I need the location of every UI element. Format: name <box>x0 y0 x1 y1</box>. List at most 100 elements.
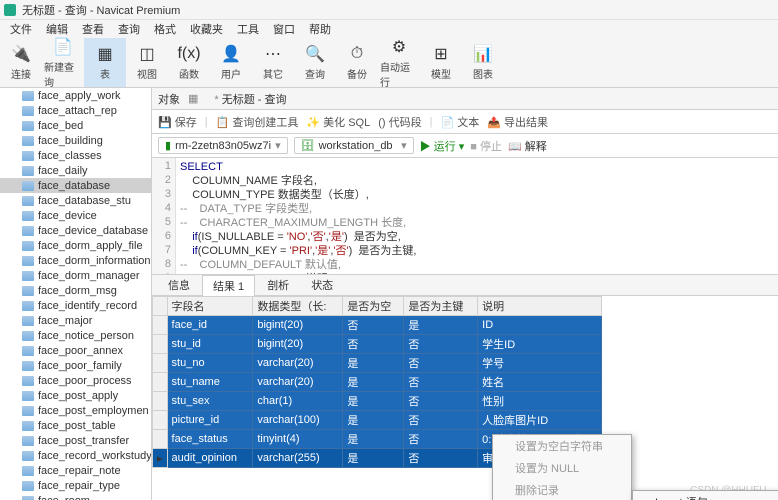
table-face_bed[interactable]: face_bed <box>0 118 151 133</box>
cell[interactable]: 否 <box>404 373 478 392</box>
cell[interactable]: 人脸库图片ID <box>478 411 602 430</box>
rtab-3[interactable]: 状态 <box>301 275 343 295</box>
table-face_poor_family[interactable]: face_poor_family <box>0 358 151 373</box>
table-face_dorm_manager[interactable]: face_dorm_manager <box>0 268 151 283</box>
toolbar-表[interactable]: ▦表 <box>84 38 126 87</box>
toolbar-模型[interactable]: ⊞模型 <box>420 38 462 87</box>
table-face_poor_process[interactable]: face_poor_process <box>0 373 151 388</box>
sql-source[interactable]: SELECT COLUMN_NAME 字段名, COLUMN_TYPE 数据类型… <box>176 158 420 274</box>
cell[interactable]: 是 <box>343 430 404 449</box>
rtab-0[interactable]: 信息 <box>158 275 200 295</box>
cell[interactable]: 否 <box>404 354 478 373</box>
col-header[interactable]: 字段名 <box>167 297 253 316</box>
col-header[interactable]: 是否为主键 <box>404 297 478 316</box>
cell[interactable]: tinyint(4) <box>253 430 343 449</box>
cell[interactable]: bigint(20) <box>253 335 343 354</box>
cell[interactable]: 是 <box>404 316 478 335</box>
table-face_device[interactable]: face_device <box>0 208 151 223</box>
rtab-1[interactable]: 结果 1 <box>202 275 255 296</box>
stop-button[interactable]: ■ 停止 <box>470 138 502 154</box>
cell[interactable]: 否 <box>404 335 478 354</box>
menu-窗口[interactable]: 窗口 <box>267 20 301 38</box>
context-submenu[interactable]: Insert 语句Update 语句制表符分隔值 (数据)制表符分隔值 (字段名… <box>632 490 778 500</box>
cell[interactable]: 性别 <box>478 392 602 411</box>
menu-收藏夹[interactable]: 收藏夹 <box>184 20 229 38</box>
table-face_room[interactable]: face_room <box>0 493 151 500</box>
toolbar-备份[interactable]: ⏱备份 <box>336 38 378 87</box>
cell[interactable]: 是 <box>343 411 404 430</box>
tab-objects[interactable]: 对象 <box>158 91 180 107</box>
col-header[interactable]: 数据类型（长: <box>253 297 343 316</box>
cell[interactable]: char(1) <box>253 392 343 411</box>
table-face_identify_record[interactable]: face_identify_record <box>0 298 151 313</box>
toolbar-其它[interactable]: ⋯其它 <box>252 38 294 87</box>
cell[interactable]: 是 <box>343 392 404 411</box>
menu-编辑[interactable]: 编辑 <box>40 20 74 38</box>
table-face_poor_annex[interactable]: face_poor_annex <box>0 343 151 358</box>
toolbar-视图[interactable]: ◫视图 <box>126 38 168 87</box>
db-select[interactable]: 🗄workstation_db▾ <box>294 137 414 154</box>
table-face_classes[interactable]: face_classes <box>0 148 151 163</box>
cell[interactable]: picture_id <box>167 411 253 430</box>
col-header[interactable]: 是否为空 <box>343 297 404 316</box>
cell[interactable]: stu_sex <box>167 392 253 411</box>
table-face_post_employmen[interactable]: face_post_employmen <box>0 403 151 418</box>
cell[interactable]: 是 <box>343 354 404 373</box>
table-face_notice_person[interactable]: face_notice_person <box>0 328 151 343</box>
table-face_record_workstudy[interactable]: face_record_workstudy <box>0 448 151 463</box>
table-face_post_table[interactable]: face_post_table <box>0 418 151 433</box>
menu-查询[interactable]: 查询 <box>112 20 146 38</box>
tab-query[interactable]: 无标题 - 查询 <box>206 89 294 109</box>
save-button[interactable]: 💾 保存 <box>158 114 197 130</box>
table-face_database[interactable]: face_database <box>0 178 151 193</box>
table-face_post_transfer[interactable]: face_post_transfer <box>0 433 151 448</box>
table-face_attach_rep[interactable]: face_attach_rep <box>0 103 151 118</box>
cell[interactable]: bigint(20) <box>253 316 343 335</box>
codeseg-button[interactable]: () 代码段 <box>378 114 421 130</box>
table-face_daily[interactable]: face_daily <box>0 163 151 178</box>
cell[interactable]: 否 <box>404 430 478 449</box>
cell[interactable]: varchar(100) <box>253 411 343 430</box>
toolbar-新建查询[interactable]: 📄新建查询 <box>42 38 84 87</box>
table-face_dorm_information[interactable]: face_dorm_information <box>0 253 151 268</box>
menu-工具[interactable]: 工具 <box>231 20 265 38</box>
text-button[interactable]: 📄 文本 <box>440 114 479 130</box>
toolbar-函数[interactable]: f(x)函数 <box>168 38 210 87</box>
server-select[interactable]: ▮rm-2zetn83n05wz7i▾ <box>158 137 288 154</box>
explain-button[interactable]: 📖 解释 <box>508 138 547 154</box>
menu-帮助[interactable]: 帮助 <box>303 20 337 38</box>
table-face_dorm_apply_file[interactable]: face_dorm_apply_file <box>0 238 151 253</box>
toolbar-查询[interactable]: 🔍查询 <box>294 38 336 87</box>
cell[interactable]: 学号 <box>478 354 602 373</box>
cell[interactable]: 学生ID <box>478 335 602 354</box>
table-face_dorm_msg[interactable]: face_dorm_msg <box>0 283 151 298</box>
table-face_repair_note[interactable]: face_repair_note <box>0 463 151 478</box>
export-button[interactable]: 📤 导出结果 <box>487 114 548 130</box>
context-menu[interactable]: 设置为空白字符串设置为 NULL删除记录复制复制为▶粘贴显示▶ <box>492 434 632 500</box>
col-header[interactable]: 说明 <box>478 297 602 316</box>
result-grid[interactable]: 字段名数据类型（长:是否为空是否为主键说明face_idbigint(20)否是… <box>152 296 778 500</box>
cell[interactable]: 姓名 <box>478 373 602 392</box>
table-face_database_stu[interactable]: face_database_stu <box>0 193 151 208</box>
toolbar-连接[interactable]: 🔌连接 <box>0 38 42 87</box>
toolbar-自动运行[interactable]: ⚙自动运行 <box>378 38 420 87</box>
query-builder-button[interactable]: 📋 查询创建工具 <box>216 114 299 130</box>
table-face_post_apply[interactable]: face_post_apply <box>0 388 151 403</box>
table-face_major[interactable]: face_major <box>0 313 151 328</box>
cell[interactable]: 否 <box>404 411 478 430</box>
table-face_apply_work[interactable]: face_apply_work <box>0 88 151 103</box>
run-button[interactable]: ▶ 运行 ▾ <box>420 138 465 154</box>
cell[interactable]: ID <box>478 316 602 335</box>
cell[interactable]: 是 <box>343 373 404 392</box>
cell[interactable]: stu_name <box>167 373 253 392</box>
cell[interactable]: varchar(20) <box>253 354 343 373</box>
cell[interactable]: audit_opinion <box>167 449 253 468</box>
ctx-Insert 语句[interactable]: Insert 语句 <box>633 491 778 500</box>
cell[interactable]: stu_no <box>167 354 253 373</box>
cell[interactable]: 是 <box>343 449 404 468</box>
toolbar-图表[interactable]: 📊图表 <box>462 38 504 87</box>
cell[interactable]: face_id <box>167 316 253 335</box>
menu-文件[interactable]: 文件 <box>4 20 38 38</box>
cell[interactable]: stu_id <box>167 335 253 354</box>
table-face_building[interactable]: face_building <box>0 133 151 148</box>
